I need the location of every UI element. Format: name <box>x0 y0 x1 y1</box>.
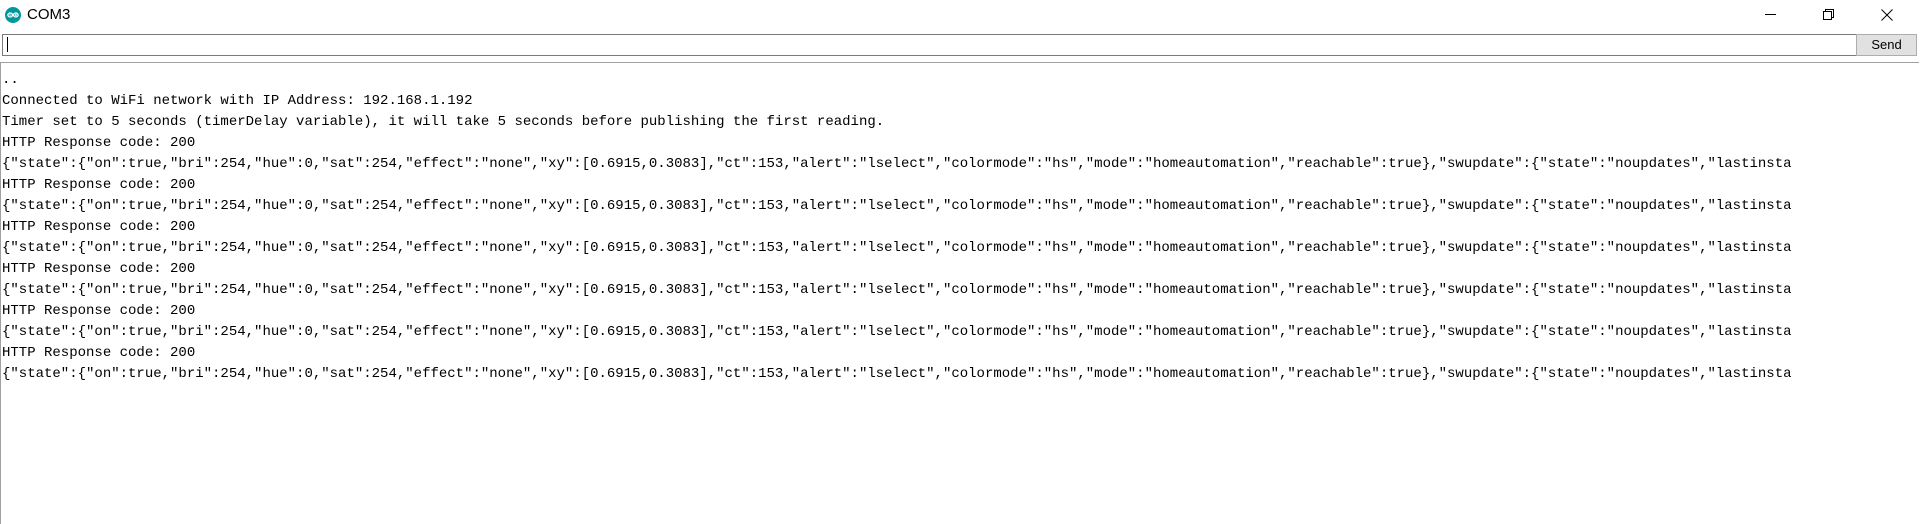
output-line: HTTP Response code: 200 <box>2 177 196 193</box>
restore-icon <box>1823 9 1834 20</box>
send-button[interactable]: Send <box>1856 34 1917 56</box>
text-caret <box>7 37 8 52</box>
output-line: .. <box>2 72 19 88</box>
title-bar[interactable]: COM3 <box>0 0 1920 30</box>
serial-output[interactable]: .. Connected to WiFi network with IP Addr… <box>0 62 1919 524</box>
close-button[interactable] <box>1858 0 1916 30</box>
minimize-icon <box>1765 14 1776 15</box>
output-line: HTTP Response code: 200 <box>2 261 196 277</box>
output-line: HTTP Response code: 200 <box>2 345 196 361</box>
minimize-button[interactable] <box>1742 0 1800 30</box>
window-title: COM3 <box>27 6 71 23</box>
restore-button[interactable] <box>1800 0 1858 30</box>
output-line: {"state":{"on":true,"bri":254,"hue":0,"s… <box>2 198 1792 214</box>
output-line: HTTP Response code: 200 <box>2 219 196 235</box>
arduino-icon <box>5 7 21 23</box>
output-line: HTTP Response code: 200 <box>2 303 196 319</box>
close-icon <box>1881 9 1893 21</box>
output-line: Connected to WiFi network with IP Addres… <box>2 93 473 109</box>
serial-monitor-window: COM3 Send .. Connected to WiFi network wi… <box>0 0 1920 524</box>
output-line: {"state":{"on":true,"bri":254,"hue":0,"s… <box>2 366 1792 382</box>
output-line: HTTP Response code: 200 <box>2 135 196 151</box>
serial-input[interactable] <box>2 34 1858 56</box>
output-line: {"state":{"on":true,"bri":254,"hue":0,"s… <box>2 282 1792 298</box>
output-line: {"state":{"on":true,"bri":254,"hue":0,"s… <box>2 324 1792 340</box>
output-line: {"state":{"on":true,"bri":254,"hue":0,"s… <box>2 156 1792 172</box>
output-lines: .. Connected to WiFi network with IP Addr… <box>2 70 1792 385</box>
output-line: {"state":{"on":true,"bri":254,"hue":0,"s… <box>2 240 1792 256</box>
output-line: Timer set to 5 seconds (timerDelay varia… <box>2 114 885 130</box>
send-row: Send <box>0 32 1920 58</box>
